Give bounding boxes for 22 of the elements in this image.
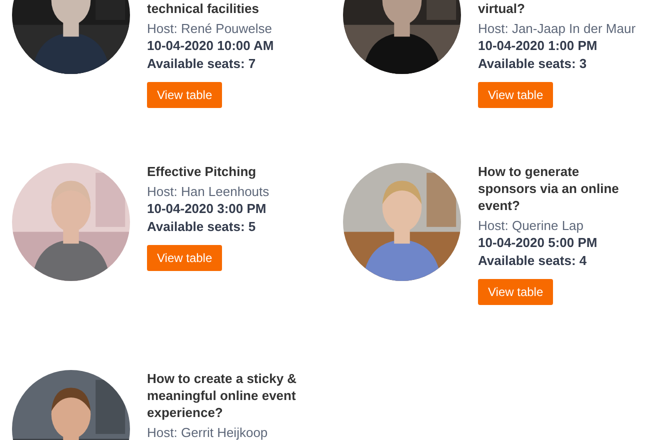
host-name: Host: Jan-Jaap In der Maur [478,21,637,37]
view-table-button[interactable]: View table [147,245,222,271]
session-title: How to generate sponsors via an online event? [478,163,620,214]
available-seats: Available seats: 4 [478,252,643,270]
session-datetime: 10-04-2020 5:00 PM [478,234,598,252]
session-title: How to create a sticky & meaningful online event experience? [147,370,298,421]
available-seats: Available seats: 3 [478,55,643,73]
host-name: Host: René Pouwelse [147,21,274,37]
available-seats: Available seats: 5 [147,218,312,236]
session-datetime: 10-04-2020 10:00 AM [147,37,275,55]
session-title: virtual? [478,0,526,17]
view-table-button[interactable]: View table [478,82,554,108]
session-datetime: 10-04-2020 1:00 PM [478,37,598,55]
available-seats: Available seats: 7 [147,55,312,73]
host-name: Host: Gerrit Heijkoop [147,425,269,440]
view-table-button[interactable]: View table [478,279,554,305]
session-datetime: 10-04-2020 3:00 PM [147,200,268,218]
session-title: technical facilities [147,0,260,17]
session-title: Effective Pitching [147,163,258,180]
host-name: Host: Han Leenhouts [147,184,270,200]
view-table-button[interactable]: View table [147,82,222,108]
host-name: Host: Querine Lap [478,218,585,234]
